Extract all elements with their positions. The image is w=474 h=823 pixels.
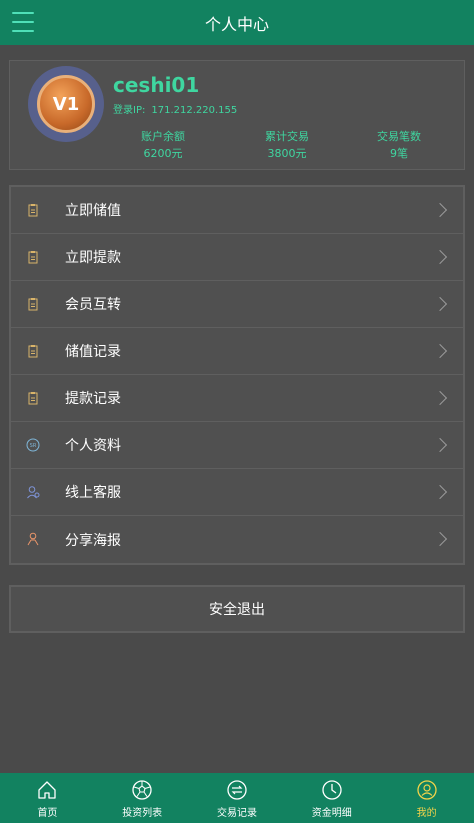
menu-item-share-poster[interactable]: 分享海报 xyxy=(11,516,463,563)
stat-label: 账户余额 xyxy=(141,130,185,143)
stat-balance: 账户余额 6200元 xyxy=(113,128,213,162)
tab-label: 我的 xyxy=(416,808,437,819)
login-ip-value: 171.212.220.155 xyxy=(151,105,238,116)
tab-home[interactable]: 首页 xyxy=(0,773,95,823)
menu-item-withdraw[interactable]: 立即提款 xyxy=(11,234,463,281)
menu-list: 立即储值 立即提款 会员互转 储值记录 提款记录 SR 个人资料 线上客服 分享… xyxy=(9,185,465,565)
logout-button[interactable]: 安全退出 xyxy=(9,585,465,633)
bottom-tab-bar: 首页 投资列表 交易记录 资金明细 我的 xyxy=(0,773,474,823)
stat-value: 6200元 xyxy=(143,147,183,160)
hamburger-menu-icon[interactable] xyxy=(12,12,34,32)
chevron-right-icon xyxy=(432,390,448,406)
exchange-icon xyxy=(227,780,247,800)
menu-item-label: 个人资料 xyxy=(65,438,121,454)
menu-item-label: 立即储值 xyxy=(65,203,121,219)
vip-medal-icon: V1 xyxy=(37,75,95,133)
chevron-right-icon xyxy=(432,484,448,500)
tab-trade-records[interactable]: 交易记录 xyxy=(190,773,285,823)
support-agent-icon xyxy=(27,486,40,499)
stat-label: 累计交易 xyxy=(265,130,309,143)
chevron-right-icon xyxy=(432,437,448,453)
user-icon xyxy=(416,780,437,800)
profile-card-icon: SR xyxy=(26,438,40,452)
clock-icon xyxy=(322,780,342,800)
profile-card: V1 ceshi01 登录IP: 171.212.220.155 账户余额 620… xyxy=(9,60,465,170)
stat-label: 交易笔数 xyxy=(377,130,421,143)
chevron-right-icon xyxy=(432,296,448,312)
chevron-right-icon xyxy=(432,202,448,218)
clipboard-icon xyxy=(28,251,38,264)
chevron-right-icon xyxy=(432,343,448,359)
clipboard-icon xyxy=(28,392,38,405)
menu-item-profile[interactable]: SR 个人资料 xyxy=(11,422,463,469)
menu-item-label: 线上客服 xyxy=(65,485,121,501)
tab-investment-list[interactable]: 投资列表 xyxy=(95,773,190,823)
clipboard-icon xyxy=(28,298,38,311)
page-title: 个人中心 xyxy=(204,14,269,34)
menu-item-withdraw-records[interactable]: 提款记录 xyxy=(11,375,463,422)
menu-item-deposit-records[interactable]: 储值记录 xyxy=(11,328,463,375)
home-icon xyxy=(38,781,57,799)
tab-label: 资金明细 xyxy=(311,808,352,819)
tab-fund-details[interactable]: 资金明细 xyxy=(284,773,379,823)
account-stats: 账户余额 6200元 累计交易 3800元 交易笔数 9笔 xyxy=(113,128,463,162)
menu-item-label: 会员互转 xyxy=(65,297,121,313)
football-icon xyxy=(132,780,152,800)
username: ceshi01 xyxy=(113,73,200,97)
tab-label: 首页 xyxy=(37,808,58,819)
stat-value: 9笔 xyxy=(390,147,408,160)
menu-item-label: 立即提款 xyxy=(65,250,121,266)
tab-label: 交易记录 xyxy=(216,808,257,819)
menu-item-label: 提款记录 xyxy=(65,391,121,407)
tab-label: 投资列表 xyxy=(122,808,163,819)
clipboard-icon xyxy=(28,204,38,217)
login-ip: 登录IP: 171.212.220.155 xyxy=(113,101,237,116)
menu-item-deposit[interactable]: 立即储值 xyxy=(11,187,463,234)
login-ip-label: 登录IP: xyxy=(113,105,146,116)
menu-item-label: 储值记录 xyxy=(65,344,121,360)
stat-total-trade: 累计交易 3800元 xyxy=(237,128,337,162)
chevron-right-icon xyxy=(432,531,448,547)
share-person-icon xyxy=(27,532,39,546)
svg-text:SR: SR xyxy=(30,443,37,449)
stat-trade-count: 交易笔数 9笔 xyxy=(349,128,449,162)
stat-value: 3800元 xyxy=(267,147,307,160)
tab-mine[interactable]: 我的 xyxy=(379,773,474,823)
chevron-right-icon xyxy=(432,249,448,265)
clipboard-icon xyxy=(28,345,38,358)
menu-item-online-support[interactable]: 线上客服 xyxy=(11,469,463,516)
avatar: V1 xyxy=(28,66,104,142)
menu-item-label: 分享海报 xyxy=(65,532,121,549)
top-bar: 个人中心 xyxy=(0,0,474,45)
menu-item-member-transfer[interactable]: 会员互转 xyxy=(11,281,463,328)
